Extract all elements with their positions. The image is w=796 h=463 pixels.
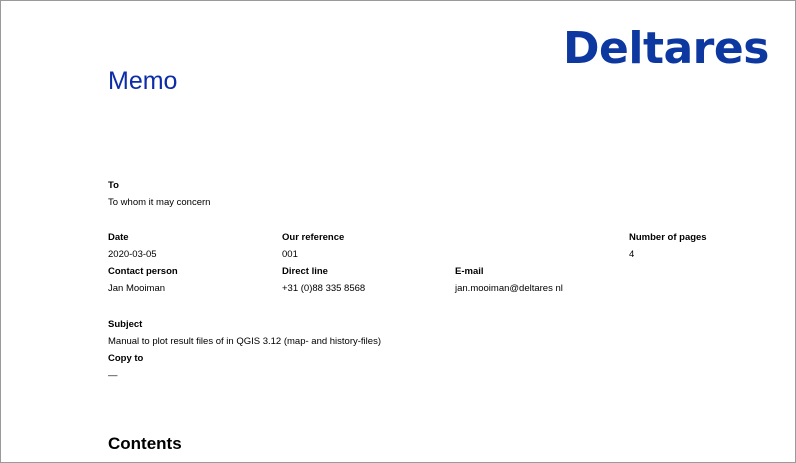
contact-person-value: Jan Mooiman [108, 283, 166, 294]
email-label: E-mail [455, 266, 484, 277]
contact-person-label: Contact person [108, 266, 178, 277]
direct-line-value: +31 (0)88 335 8568 [282, 283, 366, 294]
subject-label: Subject [108, 319, 143, 330]
to-value: To whom it may concern [108, 197, 211, 208]
subject-value: Manual to plot result files of in QGIS 3… [108, 336, 381, 347]
to-label: To [108, 180, 119, 191]
deltares-logo: Deltares [563, 23, 769, 74]
email-value: jan.mooiman@deltares nl [455, 283, 563, 294]
our-reference-label: Our reference [282, 232, 345, 243]
direct-line-label: Direct line [282, 266, 328, 277]
number-of-pages-value: 4 [629, 249, 635, 260]
copy-to-label: Copy to [108, 353, 144, 364]
date-label: Date [108, 232, 129, 243]
contents-heading: Contents [108, 434, 182, 453]
number-of-pages-label: Number of pages [629, 232, 707, 243]
copy-to-value: — [108, 370, 118, 381]
our-reference-value: 001 [282, 249, 298, 260]
page-title: Memo [108, 67, 178, 95]
date-value: 2020-03-05 [108, 249, 157, 260]
document-page: Deltares Memo To To whom it may concern … [0, 0, 796, 463]
